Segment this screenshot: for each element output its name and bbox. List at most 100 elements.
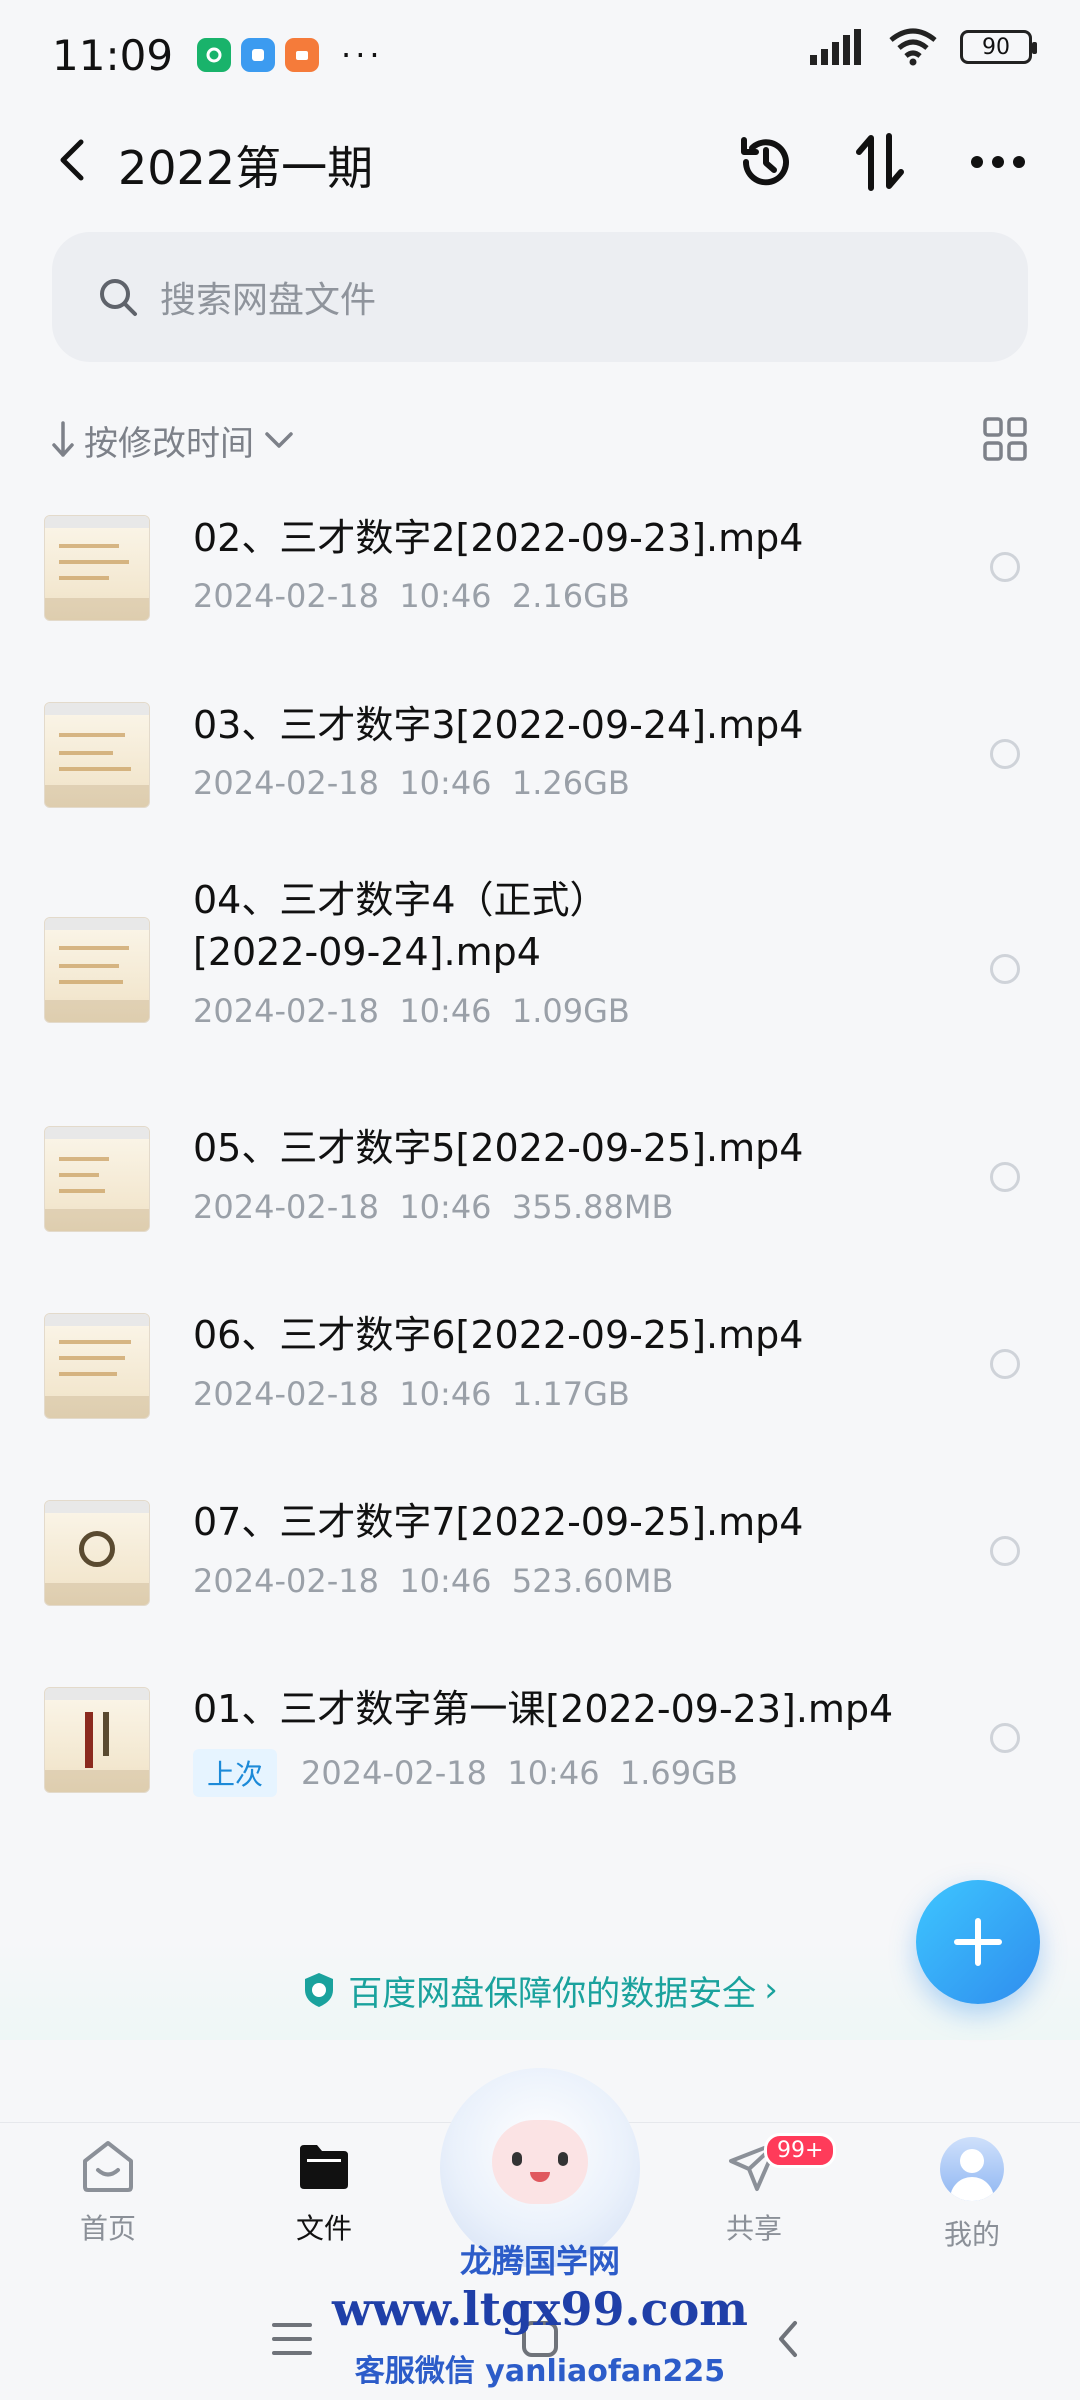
file-meta: 2024-02-18 10:46 2.16GB bbox=[193, 577, 630, 615]
file-size: 1.26GB bbox=[511, 764, 630, 802]
file-row[interactable]: 04、三才数字4（正式） [2022-09-24].mp4 2024-02-18… bbox=[0, 864, 1080, 1102]
file-meta: 2024-02-18 10:46 355.88MB bbox=[193, 1188, 673, 1226]
select-radio[interactable] bbox=[990, 954, 1020, 984]
file-time: 10:46 bbox=[399, 1188, 492, 1226]
history-button[interactable] bbox=[734, 130, 798, 194]
file-date: 2024-02-18 bbox=[193, 1562, 379, 1600]
select-radio[interactable] bbox=[990, 1723, 1020, 1753]
page-title: 2022第一期 bbox=[118, 141, 374, 195]
file-time: 10:46 bbox=[399, 1375, 492, 1413]
status-bar: 11:09 ··· 90 bbox=[0, 0, 1080, 110]
file-size: 355.88MB bbox=[511, 1188, 674, 1226]
arrow-down-icon bbox=[52, 421, 74, 457]
blue-app-icon bbox=[241, 38, 276, 72]
nav-files[interactable]: 文件 bbox=[264, 2137, 384, 2247]
watermark-title: 龙腾国学网 bbox=[459, 2242, 620, 2280]
file-size: 2.16GB bbox=[511, 577, 630, 615]
file-date: 2024-02-18 bbox=[193, 1375, 379, 1413]
select-radio[interactable] bbox=[990, 552, 1020, 582]
video-thumbnail bbox=[44, 1313, 150, 1419]
share-badge: 99+ bbox=[764, 2133, 837, 2168]
file-meta: 上次 2024-02-18 10:46 1.69GB bbox=[193, 1749, 738, 1797]
more-icon bbox=[971, 156, 1025, 168]
add-button[interactable] bbox=[916, 1880, 1040, 2004]
battery-indicator: 90 bbox=[960, 30, 1037, 64]
folder-icon bbox=[300, 2145, 348, 2189]
file-row[interactable]: 07、三才数字7[2022-09-25].mp4 2024-02-18 10:4… bbox=[0, 1476, 1080, 1663]
home-icon bbox=[83, 2141, 133, 2192]
file-name: 03、三才数字3[2022-09-24].mp4 bbox=[193, 703, 804, 747]
sort-swap-icon bbox=[856, 133, 904, 191]
video-thumbnail bbox=[44, 917, 150, 1023]
top-bar: 2022第一期 bbox=[0, 110, 1080, 210]
watermark-contact: 客服微信 yanliaofan225 bbox=[354, 2354, 726, 2389]
shield-icon bbox=[305, 1973, 334, 2007]
file-date: 2024-02-18 bbox=[193, 577, 379, 615]
video-thumbnail bbox=[44, 1687, 150, 1793]
search-input[interactable]: 搜索网盘文件 bbox=[52, 232, 1028, 362]
file-row[interactable]: 06、三才数字6[2022-09-25].mp4 2024-02-18 10:4… bbox=[0, 1289, 1080, 1476]
file-date: 2024-02-18 bbox=[193, 1188, 379, 1226]
status-time: 11:09 bbox=[52, 30, 174, 80]
search-icon bbox=[100, 279, 137, 316]
select-radio[interactable] bbox=[990, 1162, 1020, 1192]
sort-dropdown[interactable]: 按修改时间 bbox=[84, 416, 254, 465]
file-name: 06、三才数字6[2022-09-25].mp4 bbox=[193, 1313, 804, 1357]
grid-icon bbox=[983, 417, 1027, 461]
file-row[interactable]: 03、三才数字3[2022-09-24].mp4 2024-02-18 10:4… bbox=[0, 677, 1080, 864]
security-text: 百度网盘保障你的数据安全 bbox=[348, 1973, 757, 2014]
wifi-icon bbox=[889, 28, 937, 66]
file-time: 10:46 bbox=[399, 992, 492, 1030]
chevron-left-icon bbox=[60, 139, 84, 181]
file-date: 2024-02-18 bbox=[193, 992, 379, 1030]
file-size: 1.69GB bbox=[619, 1754, 738, 1792]
file-row[interactable]: 02、三才数字2[2022-09-23].mp4 2024-02-18 10:4… bbox=[0, 490, 1080, 677]
file-size: 1.09GB bbox=[511, 992, 630, 1030]
video-thumbnail bbox=[44, 702, 150, 808]
more-button[interactable] bbox=[966, 130, 1030, 194]
file-row[interactable]: 01、三才数字第一课[2022-09-23].mp4 上次 2024-02-18 … bbox=[0, 1663, 1080, 1850]
file-list: 02、三才数字2[2022-09-23].mp4 2024-02-18 10:4… bbox=[0, 490, 1080, 1850]
sort-swap-button[interactable] bbox=[848, 130, 912, 194]
file-time: 10:46 bbox=[399, 764, 492, 802]
video-thumbnail bbox=[44, 1126, 150, 1232]
file-size: 523.60MB bbox=[511, 1562, 674, 1600]
file-name: 05、三才数字5[2022-09-25].mp4 bbox=[193, 1126, 804, 1170]
file-size: 1.17GB bbox=[511, 1375, 630, 1413]
file-meta: 2024-02-18 10:46 1.09GB bbox=[193, 992, 630, 1030]
select-radio[interactable] bbox=[990, 1349, 1020, 1379]
file-row[interactable]: 05、三才数字5[2022-09-25].mp4 2024-02-18 10:4… bbox=[0, 1102, 1080, 1289]
avatar bbox=[940, 2137, 1004, 2201]
file-name: 04、三才数字4（正式） [2022-09-24].mp4 bbox=[193, 874, 608, 978]
file-date: 2024-02-18 bbox=[193, 764, 379, 802]
grid-view-toggle[interactable] bbox=[982, 416, 1028, 462]
video-thumbnail bbox=[44, 515, 150, 621]
file-name: 01、三才数字第一课[2022-09-23].mp4 bbox=[193, 1687, 894, 1731]
file-name: 07、三才数字7[2022-09-25].mp4 bbox=[193, 1500, 804, 1544]
file-date: 2024-02-18 bbox=[301, 1754, 487, 1792]
battery-level: 90 bbox=[982, 34, 1010, 60]
search-placeholder: 搜索网盘文件 bbox=[160, 280, 377, 321]
plus-icon bbox=[954, 1918, 1002, 1966]
file-meta: 2024-02-18 10:46 1.17GB bbox=[193, 1375, 630, 1413]
file-time: 10:46 bbox=[399, 1562, 492, 1600]
file-meta: 2024-02-18 10:46 1.26GB bbox=[193, 764, 630, 802]
history-icon bbox=[741, 137, 789, 186]
watermark-url: www.ltgx99.com bbox=[332, 2282, 748, 2336]
nav-share[interactable]: 99+ 共享 bbox=[694, 2133, 837, 2247]
status-more-icon: ··· bbox=[341, 36, 384, 74]
chevron-down-icon[interactable] bbox=[264, 430, 294, 450]
file-time: 10:46 bbox=[399, 577, 492, 615]
signal-icon bbox=[810, 29, 861, 65]
green-app-icon bbox=[197, 38, 232, 72]
nav-home[interactable]: 首页 bbox=[48, 2137, 168, 2247]
back-button[interactable] bbox=[46, 132, 98, 188]
select-radio[interactable] bbox=[990, 1536, 1020, 1566]
file-name-line: [2022-09-24].mp4 bbox=[193, 930, 541, 974]
file-name: 02、三才数字2[2022-09-23].mp4 bbox=[193, 516, 804, 560]
file-meta: 2024-02-18 10:46 523.60MB bbox=[193, 1562, 673, 1600]
chevron-right-icon: › bbox=[764, 1970, 778, 2010]
last-played-badge: 上次 bbox=[193, 1749, 278, 1797]
select-radio[interactable] bbox=[990, 739, 1020, 769]
file-name-line: 04、三才数字4（正式） bbox=[193, 878, 608, 922]
